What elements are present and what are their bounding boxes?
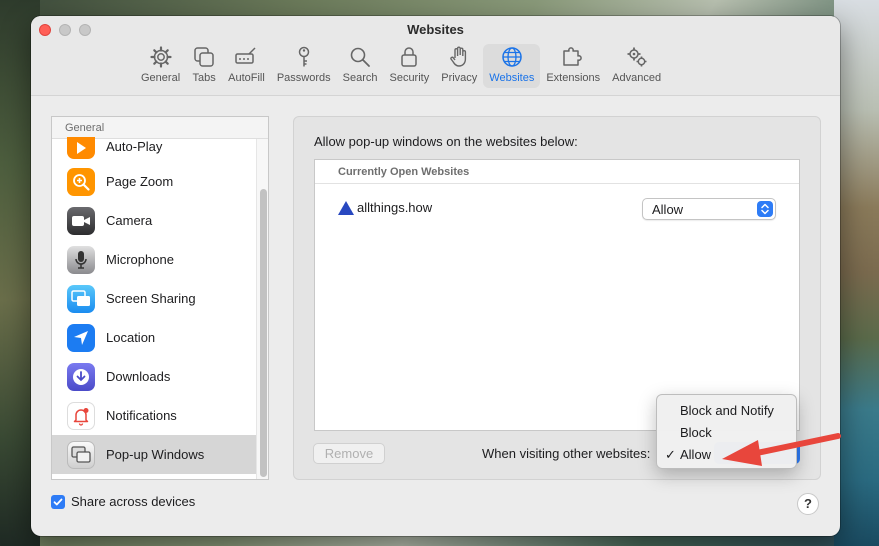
tab-passwords[interactable]: Passwords bbox=[271, 44, 337, 88]
tab-privacy[interactable]: Privacy bbox=[435, 44, 483, 88]
location-icon bbox=[67, 323, 95, 352]
sidebar-item-microphone[interactable]: Microphone bbox=[52, 240, 268, 279]
annotation-arrow-icon bbox=[722, 433, 841, 466]
websites-table: Currently Open Websites allthings.how Al… bbox=[314, 159, 800, 431]
chevron-up-down-icon bbox=[757, 201, 773, 217]
zoom-icon bbox=[67, 167, 95, 196]
lock-icon bbox=[401, 47, 418, 67]
tab-label: Search bbox=[342, 72, 378, 84]
tab-label: Tabs bbox=[192, 72, 216, 84]
microphone-icon bbox=[67, 245, 95, 274]
sidebar-section-header: General bbox=[52, 117, 268, 139]
tab-label: Security bbox=[389, 72, 430, 84]
sidebar-item-pop-up-windows[interactable]: Pop-up Windows bbox=[52, 435, 268, 474]
tab-label: Extensions bbox=[546, 72, 601, 84]
tab-websites[interactable]: Websites bbox=[483, 44, 541, 88]
tabs-icon bbox=[194, 47, 214, 67]
popup-windows-icon bbox=[67, 440, 95, 469]
gears-icon bbox=[627, 47, 647, 67]
site-favicon-icon bbox=[338, 201, 354, 215]
tab-general[interactable]: General bbox=[135, 44, 186, 88]
sidebar-item-location[interactable]: Location bbox=[52, 318, 268, 357]
camera-icon bbox=[67, 206, 95, 235]
sidebar-item-auto-play[interactable]: Auto-Play bbox=[52, 137, 268, 162]
bell-icon bbox=[67, 401, 95, 430]
tab-search[interactable]: Search bbox=[337, 44, 384, 88]
sidebar-list: Auto-Play Page Zoom Camera Microphone Sc… bbox=[52, 137, 268, 474]
menu-item-label: Allow bbox=[680, 447, 712, 462]
settings-sidebar: General Auto-Play Page Zoom Camera Micro… bbox=[51, 116, 269, 480]
site-setting-select[interactable]: Allow bbox=[642, 198, 776, 220]
sidebar-item-page-zoom[interactable]: Page Zoom bbox=[52, 162, 268, 201]
sidebar-item-label: Auto-Play bbox=[106, 139, 163, 154]
share-across-devices-checkbox[interactable] bbox=[51, 494, 65, 509]
gear-icon bbox=[149, 46, 172, 68]
tab-label: General bbox=[141, 72, 181, 84]
sidebar-scrollbar[interactable] bbox=[256, 139, 268, 479]
sidebar-item-downloads[interactable]: Downloads bbox=[52, 357, 268, 396]
hand-icon bbox=[450, 46, 467, 67]
sidebar-item-camera[interactable]: Camera bbox=[52, 201, 268, 240]
tab-extensions[interactable]: Extensions bbox=[540, 44, 606, 88]
sidebar-item-label: Pop-up Windows bbox=[106, 447, 205, 462]
tab-label: Passwords bbox=[276, 72, 331, 84]
preference-tabs: General Tabs AutoFill Passwords Search S… bbox=[135, 44, 667, 88]
menu-item-block-and-notify[interactable]: Block and Notify bbox=[657, 400, 796, 422]
table-row[interactable]: allthings.how Allow bbox=[315, 184, 799, 220]
share-across-devices-row: Share across devices bbox=[51, 494, 195, 509]
screen-sharing-icon bbox=[67, 284, 95, 313]
table-section-header: Currently Open Websites bbox=[315, 160, 799, 184]
puzzle-icon bbox=[563, 47, 583, 66]
menu-item-label: Block and Notify bbox=[680, 403, 774, 418]
sidebar-item-label: Camera bbox=[106, 213, 153, 228]
play-icon bbox=[67, 137, 95, 159]
sidebar-item-label: Page Zoom bbox=[106, 174, 174, 189]
key-icon bbox=[298, 46, 309, 67]
sidebar-item-label: Microphone bbox=[106, 252, 174, 267]
sidebar-item-screen-sharing[interactable]: Screen Sharing bbox=[52, 279, 268, 318]
tab-tabs[interactable]: Tabs bbox=[186, 44, 222, 88]
sidebar-item-notifications[interactable]: Notifications bbox=[52, 396, 268, 435]
preferences-content: General Auto-Play Page Zoom Camera Micro… bbox=[31, 96, 840, 536]
toolbar: Websites General Tabs AutoFill Passwords… bbox=[31, 16, 840, 96]
tab-advanced[interactable]: Advanced bbox=[606, 44, 667, 88]
share-across-devices-label: Share across devices bbox=[71, 494, 196, 509]
autofill-icon bbox=[235, 47, 257, 64]
site-setting-value: Allow bbox=[652, 202, 684, 217]
site-name: allthings.how bbox=[357, 200, 433, 215]
tab-label: AutoFill bbox=[228, 72, 265, 84]
window-title: Websites bbox=[407, 22, 464, 37]
search-icon bbox=[350, 47, 370, 67]
sidebar-item-label: Notifications bbox=[106, 408, 177, 423]
tab-security[interactable]: Security bbox=[383, 44, 435, 88]
remove-button[interactable]: Remove bbox=[313, 443, 385, 464]
tab-label: Websites bbox=[489, 72, 535, 84]
other-websites-label: When visiting other websites: bbox=[482, 446, 651, 461]
panel-description: Allow pop-up windows on the websites bel… bbox=[314, 134, 578, 149]
tab-label: Advanced bbox=[612, 72, 662, 84]
help-button[interactable]: ? bbox=[797, 493, 819, 515]
globe-icon bbox=[502, 47, 522, 67]
tab-autofill[interactable]: AutoFill bbox=[222, 44, 271, 88]
sidebar-item-label: Screen Sharing bbox=[106, 291, 196, 306]
scrollbar-thumb[interactable] bbox=[260, 189, 267, 477]
checkmark-icon: ✓ bbox=[665, 447, 676, 462]
sidebar-item-label: Location bbox=[106, 330, 156, 345]
download-icon bbox=[67, 362, 95, 391]
sidebar-item-label: Downloads bbox=[106, 369, 171, 384]
tab-label: Privacy bbox=[441, 72, 478, 84]
menu-item-label: Block bbox=[680, 425, 712, 440]
